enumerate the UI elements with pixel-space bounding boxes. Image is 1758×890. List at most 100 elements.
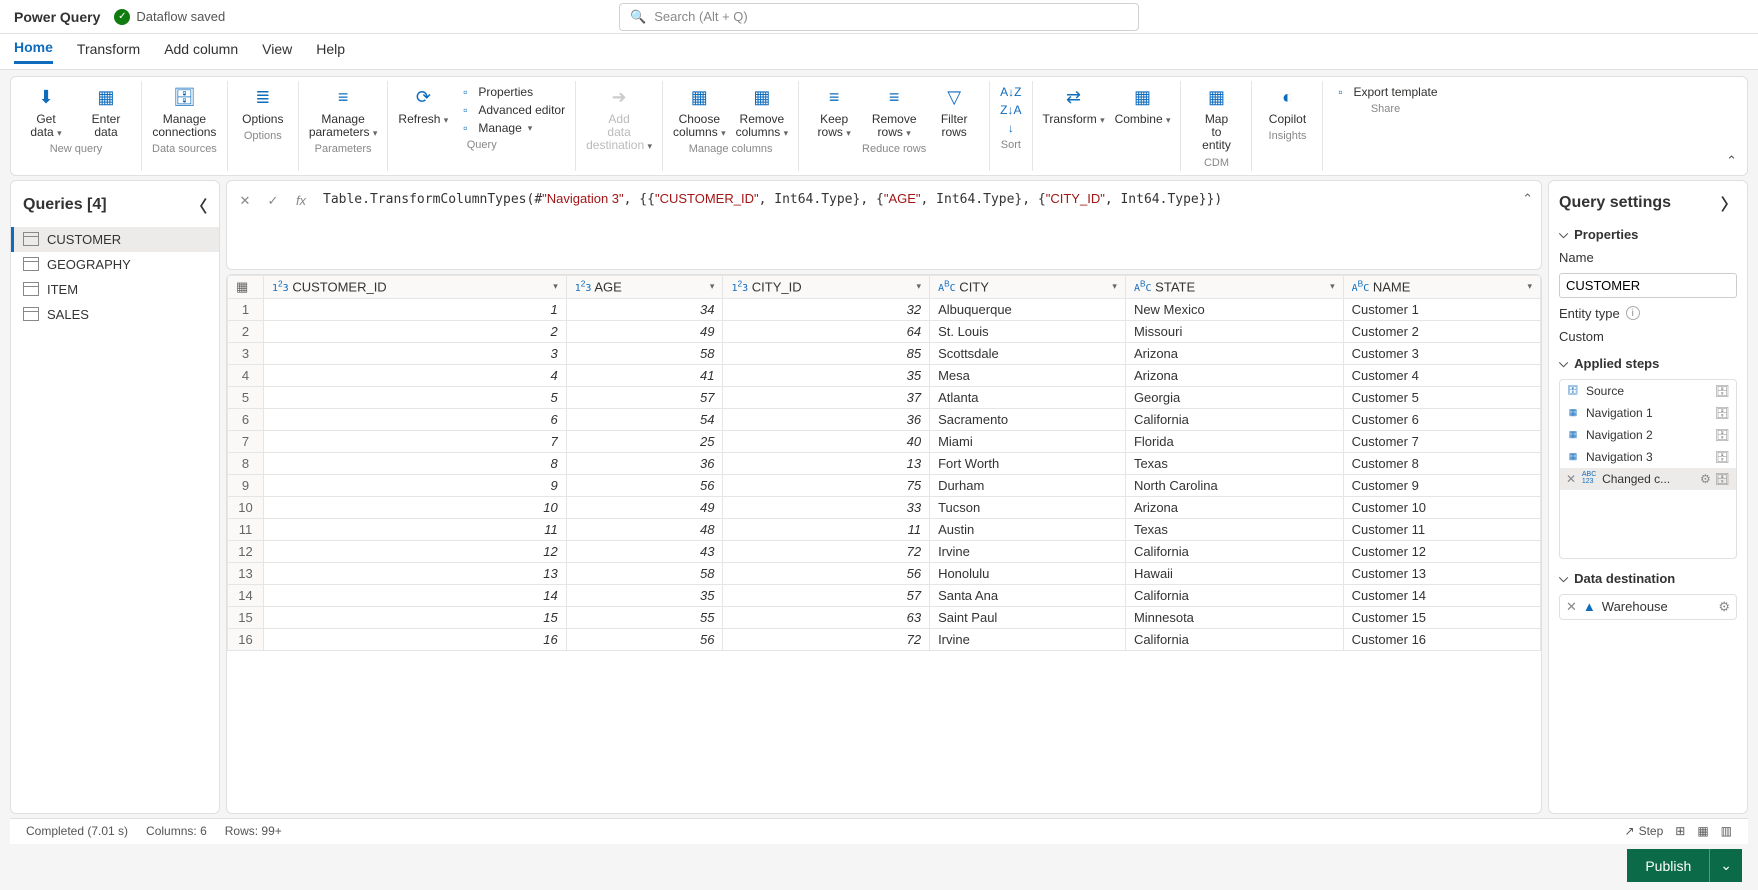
table-row[interactable]: 665436SacramentoCaliforniaCustomer 6 bbox=[228, 408, 1541, 430]
cell[interactable]: Mesa bbox=[930, 364, 1126, 386]
cell[interactable]: 35 bbox=[566, 584, 723, 606]
query-item-customer[interactable]: CUSTOMER bbox=[11, 227, 219, 252]
cell[interactable]: Fort Worth bbox=[930, 452, 1126, 474]
choose-columns-button[interactable]: ▦Choosecolumns ▾ bbox=[673, 85, 726, 139]
table-row[interactable]: 883613Fort WorthTexasCustomer 8 bbox=[228, 452, 1541, 474]
cell[interactable]: 72 bbox=[723, 628, 930, 650]
step-link-icon[interactable]: 🗄 bbox=[1715, 472, 1730, 486]
applied-step[interactable]: ▦Navigation 3🗄 bbox=[1560, 446, 1736, 468]
cell[interactable]: 5 bbox=[264, 386, 567, 408]
cell[interactable]: Durham bbox=[930, 474, 1126, 496]
cell[interactable]: Tucson bbox=[930, 496, 1126, 518]
step-link-icon[interactable]: 🗄 bbox=[1715, 428, 1730, 442]
cell[interactable]: 1 bbox=[264, 298, 567, 320]
expand-settings-icon[interactable]: 〉 bbox=[1721, 191, 1737, 215]
query-item-sales[interactable]: SALES bbox=[11, 302, 219, 327]
cell[interactable]: Customer 6 bbox=[1343, 408, 1540, 430]
copilot-button[interactable]: ◐Copilot bbox=[1262, 85, 1312, 126]
tab-help[interactable]: Help bbox=[316, 41, 345, 63]
cell[interactable]: Atlanta bbox=[930, 386, 1126, 408]
cell[interactable]: Irvine bbox=[930, 540, 1126, 562]
tab-view[interactable]: View bbox=[262, 41, 292, 63]
formula-expand-icon[interactable]: ⌃ bbox=[1522, 187, 1533, 207]
delete-step-icon[interactable]: ✕ bbox=[1566, 472, 1576, 486]
cell[interactable]: California bbox=[1125, 540, 1343, 562]
table-row[interactable]: 12124372IrvineCaliforniaCustomer 12 bbox=[228, 540, 1541, 562]
step-link-icon[interactable]: 🗄 bbox=[1715, 406, 1730, 420]
cell[interactable]: 16 bbox=[264, 628, 567, 650]
data-destination-section[interactable]: Data destination bbox=[1559, 571, 1737, 586]
table-row[interactable]: 444135MesaArizonaCustomer 4 bbox=[228, 364, 1541, 386]
column-filter-icon[interactable]: ▾ bbox=[917, 281, 922, 292]
cell[interactable]: 13 bbox=[723, 452, 930, 474]
sort-icon[interactable]: Z↓A bbox=[1000, 103, 1021, 117]
cell[interactable]: 15 bbox=[264, 606, 567, 628]
cell[interactable]: Customer 2 bbox=[1343, 320, 1540, 342]
cell[interactable]: 72 bbox=[723, 540, 930, 562]
cell[interactable]: 54 bbox=[566, 408, 723, 430]
cell[interactable]: 7 bbox=[264, 430, 567, 452]
cell[interactable]: 3 bbox=[264, 342, 567, 364]
column-header-state[interactable]: ABC STATE▾ bbox=[1125, 275, 1343, 298]
column-filter-icon[interactable]: ▾ bbox=[553, 281, 558, 292]
formula-text[interactable]: Table.TransformColumnTypes(#"Navigation … bbox=[319, 187, 1514, 211]
cell[interactable]: 14 bbox=[264, 584, 567, 606]
diagram-view-icon[interactable]: ⊞ bbox=[1675, 824, 1685, 838]
cell[interactable]: 6 bbox=[264, 408, 567, 430]
filter-rows-button[interactable]: ▽Filterrows bbox=[929, 85, 979, 139]
map-to-entity-button[interactable]: ▦Maptoentity bbox=[1191, 85, 1241, 153]
column-header-city[interactable]: ABC CITY▾ bbox=[930, 275, 1126, 298]
table-row[interactable]: 555737AtlantaGeorgiaCustomer 5 bbox=[228, 386, 1541, 408]
export-template-button[interactable]: ▫Export template bbox=[1333, 85, 1437, 99]
cell[interactable]: St. Louis bbox=[930, 320, 1126, 342]
applied-steps-section[interactable]: Applied steps bbox=[1559, 356, 1737, 371]
publish-button[interactable]: Publish bbox=[1627, 849, 1709, 882]
cell[interactable]: Customer 9 bbox=[1343, 474, 1540, 496]
cell[interactable]: New Mexico bbox=[1125, 298, 1343, 320]
remove-destination-icon[interactable]: ✕ bbox=[1566, 599, 1577, 615]
schema-view-icon[interactable]: ▥ bbox=[1721, 824, 1732, 838]
step-link-icon[interactable]: 🗄 bbox=[1715, 384, 1730, 398]
cell[interactable]: Customer 16 bbox=[1343, 628, 1540, 650]
column-filter-icon[interactable]: ▾ bbox=[710, 281, 715, 292]
cell[interactable]: 48 bbox=[566, 518, 723, 540]
applied-step[interactable]: 🗄Source🗄 bbox=[1560, 380, 1736, 402]
destination-settings-icon[interactable]: ⚙ bbox=[1718, 599, 1730, 615]
cell[interactable]: 12 bbox=[264, 540, 567, 562]
cell[interactable]: 4 bbox=[264, 364, 567, 386]
column-filter-icon[interactable]: ▾ bbox=[1330, 281, 1335, 292]
enter-data-button[interactable]: ▦Enterdata bbox=[81, 85, 131, 139]
cell[interactable]: 32 bbox=[723, 298, 930, 320]
cell[interactable]: 57 bbox=[723, 584, 930, 606]
get-data-button[interactable]: ⬇Getdata ▾ bbox=[21, 85, 71, 139]
manage-parameters-button[interactable]: ≡Manageparameters ▾ bbox=[309, 85, 378, 139]
cell[interactable]: Scottsdale bbox=[930, 342, 1126, 364]
cell[interactable]: Georgia bbox=[1125, 386, 1343, 408]
cell[interactable]: Arizona bbox=[1125, 496, 1343, 518]
cell[interactable]: Customer 15 bbox=[1343, 606, 1540, 628]
cell[interactable]: 75 bbox=[723, 474, 930, 496]
tab-add-column[interactable]: Add column bbox=[164, 41, 238, 63]
cell[interactable]: 11 bbox=[264, 518, 567, 540]
cell[interactable]: Austin bbox=[930, 518, 1126, 540]
cell[interactable]: Customer 13 bbox=[1343, 562, 1540, 584]
cancel-formula-icon[interactable]: ✕ bbox=[235, 191, 255, 211]
cell[interactable]: California bbox=[1125, 584, 1343, 606]
cell[interactable]: 43 bbox=[566, 540, 723, 562]
data-grid[interactable]: ▦123 CUSTOMER_ID▾123 AGE▾123 CITY_ID▾ABC… bbox=[226, 274, 1542, 814]
cell[interactable]: 11 bbox=[723, 518, 930, 540]
fx-icon[interactable]: fx bbox=[291, 191, 311, 211]
query-item-geography[interactable]: GEOGRAPHY bbox=[11, 252, 219, 277]
query-item-item[interactable]: ITEM bbox=[11, 277, 219, 302]
cell[interactable]: Customer 7 bbox=[1343, 430, 1540, 452]
table-row[interactable]: 335885ScottsdaleArizonaCustomer 3 bbox=[228, 342, 1541, 364]
cell[interactable]: 49 bbox=[566, 496, 723, 518]
applied-step[interactable]: ▦Navigation 1🗄 bbox=[1560, 402, 1736, 424]
table-row[interactable]: 10104933TucsonArizonaCustomer 10 bbox=[228, 496, 1541, 518]
cell[interactable]: 56 bbox=[723, 562, 930, 584]
table-row[interactable]: 224964St. LouisMissouriCustomer 2 bbox=[228, 320, 1541, 342]
cell[interactable]: Customer 3 bbox=[1343, 342, 1540, 364]
manage-button[interactable]: ▫Manage ▾ bbox=[458, 121, 565, 135]
sort-icon[interactable]: A↓Z bbox=[1000, 85, 1021, 99]
cell[interactable]: Customer 11 bbox=[1343, 518, 1540, 540]
